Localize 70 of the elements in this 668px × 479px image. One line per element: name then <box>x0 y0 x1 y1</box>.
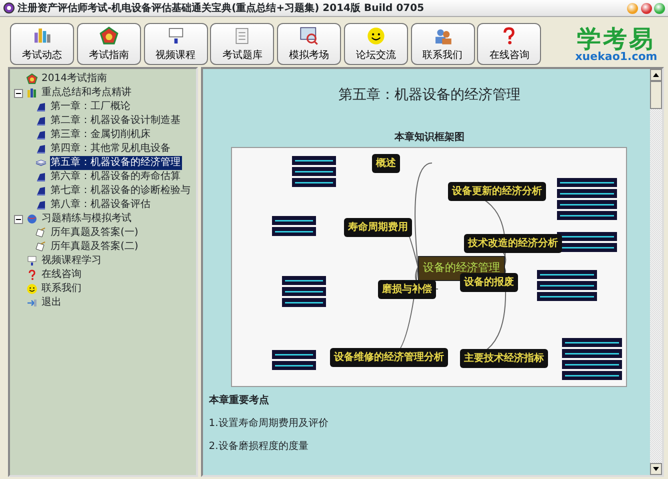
tree-item[interactable]: 第四章：其他常见机电设备 <box>50 142 172 156</box>
scrollbar[interactable] <box>650 69 662 475</box>
pentagon-icon <box>26 73 38 85</box>
mindmap-node: 设备更新的经济分析 <box>448 182 546 201</box>
scroll-down-icon <box>650 463 662 475</box>
key-point: 1.设置寿命周期费用及评价 <box>208 416 330 431</box>
figure-caption: 本章知识框架图 <box>393 130 466 145</box>
toolbar-button[interactable]: 联系我们 <box>410 23 474 65</box>
logo-domain: xuekao1.com <box>575 50 658 62</box>
mindmap-node: 技术改造的经济分析 <box>464 234 562 253</box>
scroll-thumb[interactable] <box>650 81 662 109</box>
book-icon <box>34 199 47 211</box>
pencil-paper-icon <box>34 241 47 253</box>
tree-item[interactable]: 第二章：机器设备设计制造基 <box>50 114 182 128</box>
toolbar-button[interactable]: 模拟考场 <box>277 23 341 65</box>
tree-item[interactable]: 重点总结和考点精讲 <box>40 86 132 100</box>
tree-item[interactable]: 视频课程学习 <box>40 254 102 268</box>
toolbar-button[interactable]: 视频课程 <box>144 23 208 65</box>
arrow-icon <box>26 297 38 309</box>
mindmap-node: 概述 <box>372 154 400 173</box>
maximize-button[interactable] <box>640 2 652 14</box>
toolbar-button[interactable]: 考试指南 <box>76 23 141 65</box>
tree-item[interactable]: 习题精练与模拟考试 <box>40 212 132 226</box>
tree-item[interactable]: 联系我们 <box>40 282 82 296</box>
toolbar-button[interactable]: 考试题库 <box>210 23 274 65</box>
monitor-icon <box>26 255 38 267</box>
minimize-button[interactable] <box>626 2 638 14</box>
tree-item[interactable]: 第五章：机器设备的经济管理 <box>50 156 182 170</box>
toolbar-button[interactable]: 论坛交流 <box>344 23 408 65</box>
mindmap-node: 寿命周期费用 <box>344 218 412 237</box>
section-heading: 本章重要考点 <box>208 393 270 408</box>
smiley-icon <box>366 26 386 46</box>
tree-item[interactable]: 第一章：工厂概论 <box>50 100 132 114</box>
pentagon-icon <box>98 26 119 46</box>
toolbar-button[interactable]: 考试动态 <box>10 23 74 65</box>
tree-item[interactable]: 第七章：机器设备的诊断检验与 <box>50 184 192 198</box>
globe-icon <box>26 213 38 225</box>
book-icon <box>34 115 47 127</box>
tree-item[interactable]: 第八章：机器设备评估 <box>50 198 152 212</box>
magnifier-icon <box>299 26 319 46</box>
tree-item[interactable]: 第三章：金属切削机床 <box>50 128 152 142</box>
books-icon <box>26 87 38 99</box>
open-book-icon <box>34 157 47 169</box>
tree-item[interactable]: 退出 <box>40 296 62 310</box>
close-button[interactable] <box>654 2 666 14</box>
smiley-icon <box>26 283 38 295</box>
toolbar-button[interactable]: 在线咨询 <box>477 23 542 65</box>
mindmap-node: 磨损与补偿 <box>378 280 436 299</box>
mindmap-node: 设备的报废 <box>460 273 518 292</box>
tree-item[interactable]: 在线咨询 <box>40 268 82 282</box>
book-icon <box>34 185 47 197</box>
window-title: 注册资产评估师考试-机电设备评估基础通关宝典(重点总结+习题集) 2014版 Build 0705 <box>18 1 426 16</box>
tree-item[interactable]: 历年真题及答案(二) <box>50 240 140 254</box>
chapter-title: 第五章：机器设备的经济管理 <box>337 86 522 105</box>
tree-item[interactable]: 历年真题及答案(一) <box>50 226 140 240</box>
book-icon <box>34 101 47 113</box>
book-icon <box>34 129 47 141</box>
expander-icon[interactable] <box>14 88 23 98</box>
tree-item[interactable]: 2014考试指南 <box>40 72 108 86</box>
expander-icon[interactable] <box>14 214 23 224</box>
scroll-up-icon <box>650 69 662 81</box>
book-icon <box>34 143 47 155</box>
tree-item[interactable]: 第六章：机器设备的寿命估算 <box>50 170 182 184</box>
key-point: 2.设备磨损程度的度量 <box>208 440 310 454</box>
app-icon <box>2 2 15 14</box>
book-icon <box>34 171 47 183</box>
mindmap-node: 设备维修的经济管理分析 <box>330 348 448 367</box>
logo-text: 学考易 <box>577 26 656 50</box>
mindmap-node: 主要技术经济指标 <box>460 349 548 368</box>
pencil-paper-icon <box>34 227 47 239</box>
